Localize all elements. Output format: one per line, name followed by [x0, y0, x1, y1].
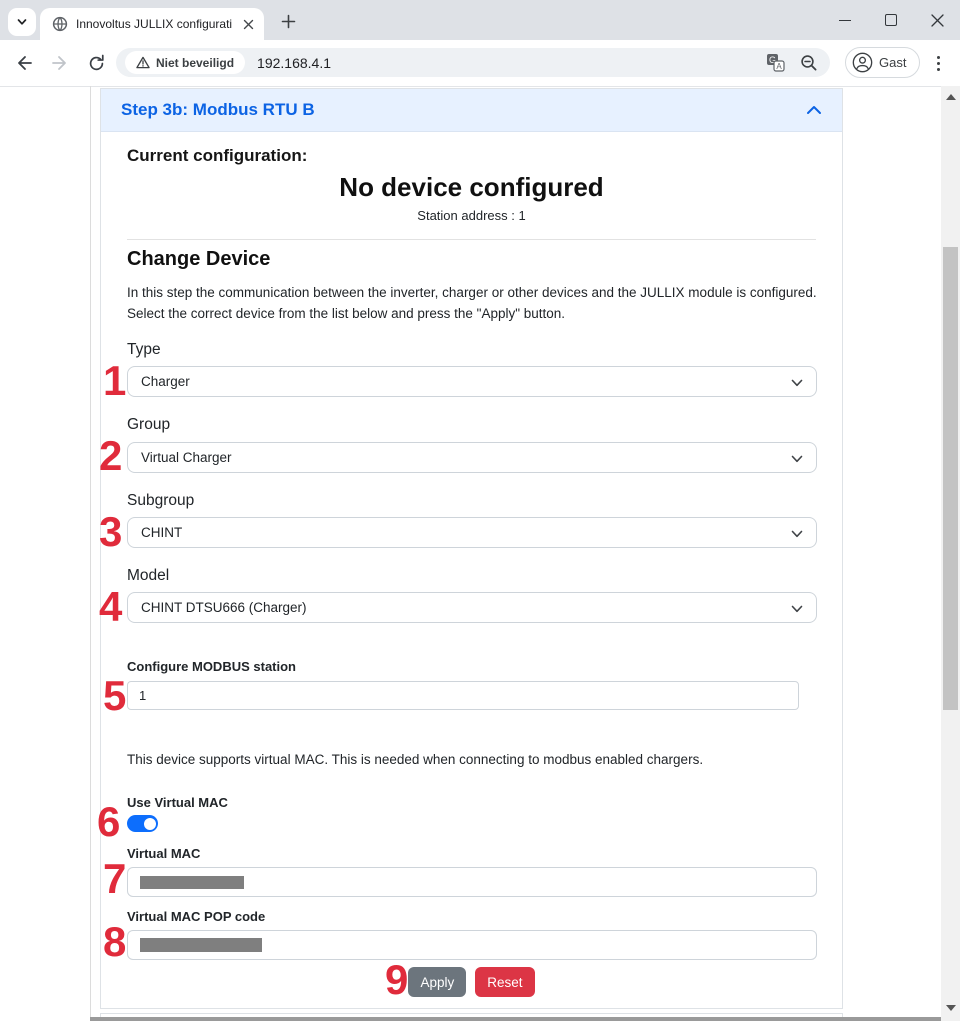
- minimize-button[interactable]: [822, 0, 868, 40]
- station-input[interactable]: [127, 681, 799, 710]
- scrollbar-thumb[interactable]: [943, 247, 958, 710]
- accordion-header[interactable]: Step 3b: Modbus RTU B: [101, 89, 842, 132]
- svg-text:A: A: [776, 62, 782, 71]
- virtual-mac-note: This device supports virtual MAC. This i…: [127, 752, 703, 767]
- virtual-mac-label: Virtual MAC: [127, 846, 200, 861]
- current-config-heading: Current configuration:: [127, 146, 307, 166]
- reload-button[interactable]: [84, 51, 108, 75]
- use-virtual-mac-label: Use Virtual MAC: [127, 795, 228, 810]
- subgroup-select-value: CHINT: [141, 525, 182, 540]
- address-bar[interactable]: Niet beveiligd 192.168.4.1 G A: [116, 48, 830, 77]
- annotation-8: 8: [103, 921, 126, 963]
- profile-button[interactable]: Gast: [845, 47, 920, 78]
- menu-kebab-icon[interactable]: [930, 51, 946, 75]
- tab-strip: Innovoltus JULLIX configuration: [0, 0, 960, 40]
- tab-close-icon[interactable]: [240, 16, 256, 32]
- annotation-7: 7: [103, 858, 126, 900]
- change-device-description: In this step the communication between t…: [127, 283, 819, 325]
- browser-window: Innovoltus JULLIX configuration: [0, 0, 960, 1021]
- reset-button[interactable]: Reset: [475, 967, 534, 997]
- type-select-value: Charger: [141, 374, 190, 389]
- page-left-border: [90, 86, 91, 1021]
- profile-label: Gast: [879, 55, 906, 70]
- reload-icon: [87, 54, 106, 73]
- virtual-mac-input[interactable]: [127, 867, 817, 897]
- address-bar-icons: G A: [766, 48, 818, 77]
- button-row: Apply Reset: [101, 967, 842, 997]
- station-label: Configure MODBUS station: [127, 659, 296, 674]
- virtual-mac-pop-input[interactable]: [127, 930, 817, 960]
- url-text: 192.168.4.1: [257, 55, 331, 71]
- minimize-icon: [839, 20, 851, 21]
- change-device-heading: Change Device: [127, 248, 270, 271]
- annotation-1: 1: [103, 360, 126, 402]
- zoom-out-icon[interactable]: [800, 54, 818, 72]
- window-bottom-edge: [90, 1017, 941, 1021]
- warning-triangle-icon: [136, 56, 150, 69]
- security-chip-label: Niet beveiligd: [156, 56, 234, 70]
- apply-button[interactable]: Apply: [408, 967, 466, 997]
- virtual-mac-pop-label: Virtual MAC POP code: [127, 909, 265, 924]
- chevron-down-icon: [16, 16, 28, 28]
- scroll-down-arrow-icon[interactable]: [946, 1005, 956, 1011]
- divider: [127, 239, 816, 240]
- toggle-knob: [144, 818, 156, 830]
- group-select[interactable]: Virtual Charger: [127, 442, 817, 473]
- model-label: Model: [127, 567, 169, 585]
- redacted-value: [140, 938, 262, 952]
- back-button[interactable]: [12, 51, 36, 75]
- subgroup-select[interactable]: CHINT: [127, 517, 817, 548]
- chevron-down-icon: [791, 605, 803, 613]
- annotation-2: 2: [99, 435, 122, 477]
- maximize-button[interactable]: [868, 0, 914, 40]
- no-device-text: No device configured: [101, 172, 842, 203]
- back-arrow-icon: [14, 53, 34, 73]
- annotation-5: 5: [103, 675, 126, 717]
- close-window-button[interactable]: [914, 0, 960, 40]
- maximize-icon: [885, 14, 897, 26]
- subgroup-label: Subgroup: [127, 492, 194, 510]
- model-select-value: CHINT DTSU666 (Charger): [141, 600, 307, 615]
- scroll-up-arrow-icon[interactable]: [946, 94, 956, 100]
- avatar-icon: [852, 52, 873, 73]
- station-address-text: Station address : 1: [101, 208, 842, 223]
- globe-icon: [52, 16, 68, 32]
- use-virtual-mac-toggle[interactable]: [127, 815, 158, 832]
- window-controls: [822, 0, 960, 40]
- scrollbar-track[interactable]: [941, 86, 960, 1021]
- annotation-4: 4: [99, 586, 122, 628]
- chevron-up-icon: [806, 105, 822, 115]
- group-select-value: Virtual Charger: [141, 450, 232, 465]
- plus-icon: [281, 14, 296, 29]
- tab-search-button[interactable]: [8, 8, 36, 36]
- accordion-title: Step 3b: Modbus RTU B: [121, 100, 315, 120]
- forward-button[interactable]: [48, 51, 72, 75]
- close-icon: [931, 14, 944, 27]
- tab-title: Innovoltus JULLIX configuration: [76, 17, 232, 31]
- type-label: Type: [127, 341, 161, 359]
- model-select[interactable]: CHINT DTSU666 (Charger): [127, 592, 817, 623]
- chevron-down-icon: [791, 379, 803, 387]
- chevron-down-icon: [791, 455, 803, 463]
- group-label: Group: [127, 416, 170, 434]
- translate-icon[interactable]: G A: [766, 53, 785, 72]
- annotation-6: 6: [97, 801, 120, 843]
- new-tab-button[interactable]: [276, 9, 300, 33]
- security-chip[interactable]: Niet beveiligd: [125, 51, 245, 74]
- forward-arrow-icon: [50, 53, 70, 73]
- annotation-3: 3: [99, 511, 122, 553]
- accordion-card: Step 3b: Modbus RTU B Current configurat…: [100, 88, 843, 1009]
- type-select[interactable]: Charger: [127, 366, 817, 397]
- redacted-value: [140, 876, 244, 889]
- chevron-down-icon: [791, 530, 803, 538]
- browser-tab[interactable]: Innovoltus JULLIX configuration: [40, 8, 264, 40]
- annotation-9: 9: [385, 959, 408, 1001]
